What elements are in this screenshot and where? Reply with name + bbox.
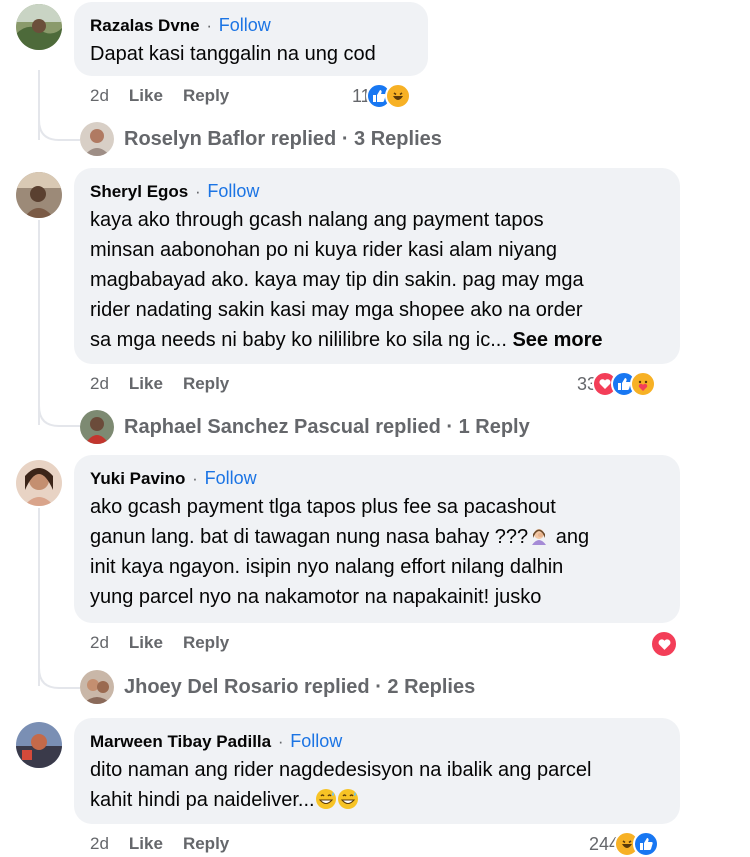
reply-button[interactable]: Reply — [183, 374, 229, 394]
care-reaction-icon — [630, 371, 657, 397]
grin-sweat-emoji-icon — [315, 788, 337, 810]
comment-actions: 2d Like Reply — [90, 633, 229, 653]
comment-line: minsan aabonohan po ni kuya rider kasi a… — [90, 239, 557, 261]
avatar[interactable] — [16, 722, 62, 768]
reaction-summary[interactable] — [650, 630, 678, 658]
author-name[interactable]: Razalas Dvne — [90, 16, 200, 35]
avatar — [80, 410, 114, 444]
timestamp[interactable]: 2d — [90, 834, 109, 854]
replies-label: Raphael Sanchez Pascual replied · 1 Repl… — [124, 415, 530, 438]
comment-line-text: ang — [555, 526, 590, 548]
comment-header: Razalas Dvne · Follow — [90, 14, 412, 37]
author-name[interactable]: Sheryl Egos — [90, 182, 188, 201]
replies-label: Roselyn Baflor replied · 3 Replies — [124, 127, 442, 150]
comment-line-text: sa mga needs ni baby ko nililibre ko sil… — [90, 329, 507, 351]
follow-button[interactable]: Follow — [205, 468, 257, 488]
separator: · — [206, 16, 213, 35]
like-button[interactable]: Like — [129, 834, 163, 854]
comment-line-text: ganun lang. bat di tawagan nung nasa bah… — [90, 526, 529, 548]
replies-toggle[interactable]: Raphael Sanchez Pascual replied · 1 Repl… — [80, 410, 530, 444]
haha-reaction-icon — [384, 83, 411, 109]
follow-button[interactable]: Follow — [219, 15, 271, 35]
like-button[interactable]: Like — [129, 86, 163, 106]
woman-facepalm-emoji-icon — [528, 525, 550, 547]
replies-toggle[interactable]: Jhoey Del Rosario replied · 2 Replies — [80, 670, 475, 704]
timestamp[interactable]: 2d — [90, 633, 109, 653]
follow-button[interactable]: Follow — [207, 181, 259, 201]
comment-line: yung parcel nyo na nakamotor na napakain… — [90, 586, 542, 608]
comment-bubble: Marween Tibay Padilla · Follow dito nama… — [74, 718, 680, 824]
love-reaction-icon — [650, 630, 678, 658]
comment-line: kaya ako through gcash nalang ang paymen… — [90, 209, 544, 231]
comment-text: kaya ako through gcash nalang ang paymen… — [90, 205, 664, 355]
comment-actions: 2d Like Reply — [90, 86, 229, 106]
reaction-summary[interactable]: 244 — [589, 831, 660, 857]
reply-button[interactable]: Reply — [183, 633, 229, 653]
timestamp[interactable]: 2d — [90, 374, 109, 394]
avatar — [80, 670, 114, 704]
comment-line: ako gcash payment tlga tapos plus fee sa… — [90, 496, 556, 518]
comment-line: rider nadating sakin kasi may mga shopee… — [90, 299, 583, 321]
follow-button[interactable]: Follow — [290, 731, 342, 751]
like-button[interactable]: Like — [129, 374, 163, 394]
reaction-summary[interactable]: 11 — [352, 83, 411, 109]
comment-text: ako gcash payment tlga tapos plus fee sa… — [90, 492, 664, 612]
separator: · — [195, 182, 201, 201]
comment-actions: 2d Like Reply — [90, 834, 229, 854]
see-more-link[interactable]: See more — [512, 329, 602, 351]
like-button[interactable]: Like — [129, 633, 163, 653]
thread-connector — [38, 668, 80, 689]
comment-header: Yuki Pavino · Follow — [90, 467, 664, 490]
reply-button[interactable]: Reply — [183, 834, 229, 854]
author-name[interactable]: Marween Tibay Padilla — [90, 732, 271, 751]
comment-line: ganun lang. bat di tawagan nung nasa bah… — [90, 522, 664, 552]
avatar[interactable] — [16, 460, 62, 506]
author-name[interactable]: Yuki Pavino — [90, 469, 185, 488]
thread-line — [38, 508, 40, 686]
comment-bubble: Sheryl Egos · Follow kaya ako through gc… — [74, 168, 680, 364]
comment-header: Sheryl Egos · Follow — [90, 180, 664, 203]
avatar[interactable] — [16, 4, 62, 50]
avatar — [80, 122, 114, 156]
timestamp[interactable]: 2d — [90, 86, 109, 106]
reply-button[interactable]: Reply — [183, 86, 229, 106]
comment-line: init kaya ngayon. isipin nyo nalang effo… — [90, 556, 564, 578]
comment-bubble: Yuki Pavino · Follow ako gcash payment t… — [74, 455, 680, 623]
like-reaction-icon — [633, 831, 660, 857]
avatar[interactable] — [16, 172, 62, 218]
comment-line-text: kahit hindi pa naideliver... — [90, 789, 315, 811]
comment-header: Marween Tibay Padilla · Follow — [90, 730, 664, 753]
replies-toggle[interactable]: Roselyn Baflor replied · 3 Replies — [80, 122, 442, 156]
thread-connector — [38, 120, 80, 141]
reaction-summary[interactable]: 33 — [577, 371, 657, 397]
comment-text: Dapat kasi tanggalin na ung cod — [90, 43, 376, 65]
thread-connector — [38, 406, 80, 427]
thread-line — [38, 220, 40, 425]
comment-bubble: Razalas Dvne · Follow Dapat kasi tanggal… — [74, 2, 428, 76]
replies-label: Jhoey Del Rosario replied · 2 Replies — [124, 675, 476, 698]
comment-line: magbabayad ako. kaya may tip din sakin. … — [90, 269, 584, 291]
comment-line: sa mga needs ni baby ko nililibre ko sil… — [90, 325, 664, 355]
grin-sweat-emoji-icon — [337, 788, 359, 810]
comment-line: kahit hindi pa naideliver... — [90, 785, 664, 815]
comment-line: dito naman ang rider nagdedesisyon na ib… — [90, 759, 592, 781]
separator: · — [277, 732, 284, 751]
separator: · — [192, 469, 198, 488]
comment-text: dito naman ang rider nagdedesisyon na ib… — [90, 755, 664, 815]
comment-actions: 2d Like Reply — [90, 374, 229, 394]
